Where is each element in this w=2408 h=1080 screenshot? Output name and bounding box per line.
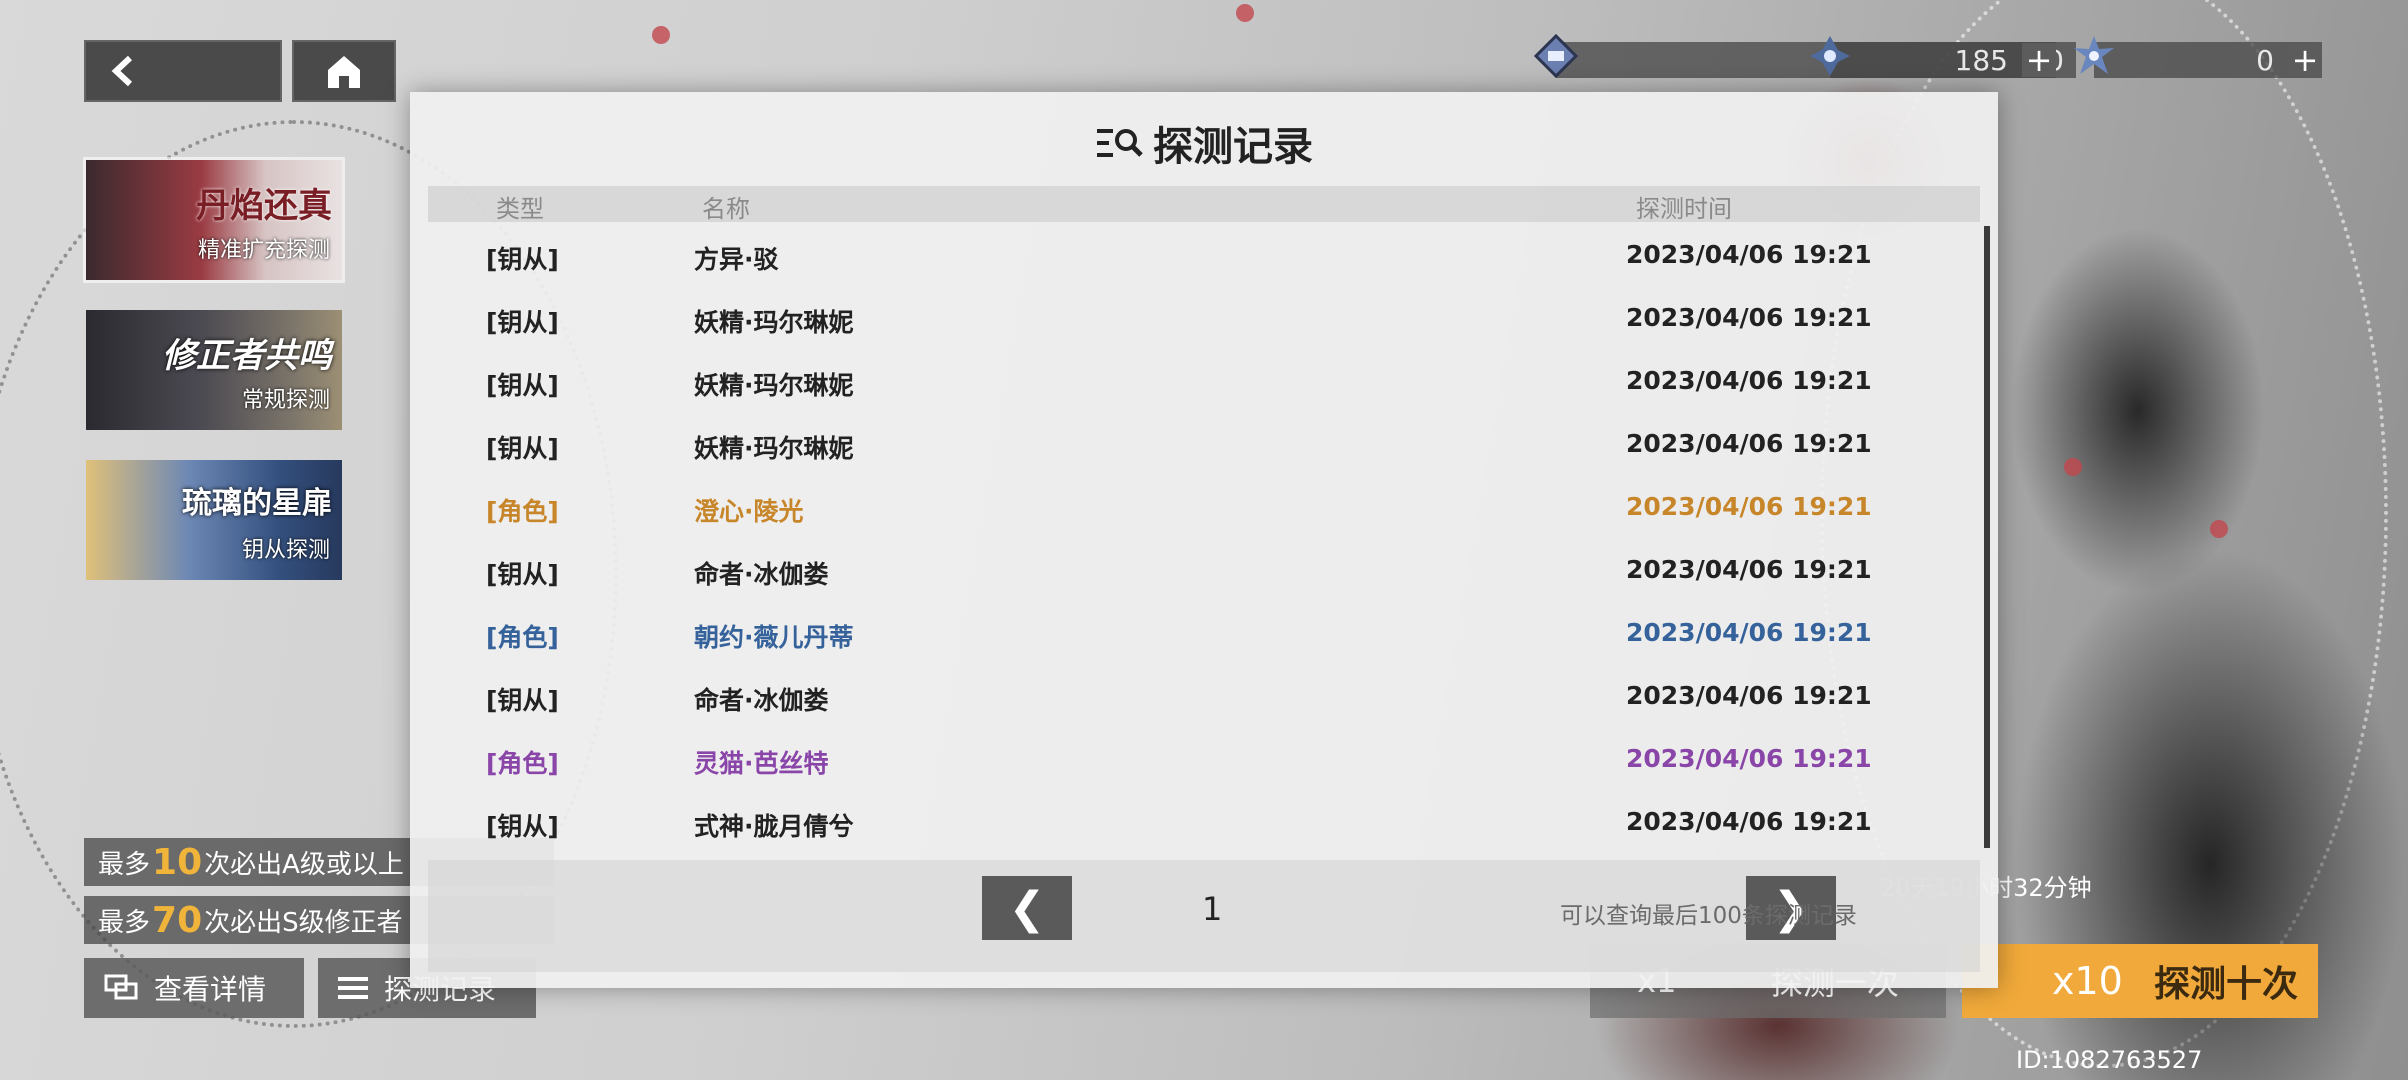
draw-ten-count: x10	[2052, 959, 2123, 1003]
record-time: 2023/04/06 19:21	[1626, 366, 1872, 395]
petal-decoration	[2210, 520, 2228, 538]
record-name: 朝约·薇儿丹蒂	[694, 623, 854, 652]
banner-subtitle: 钥从探测	[241, 538, 330, 563]
banner-standard-resonance[interactable]: 修正者共鸣 常规探测	[86, 310, 342, 430]
record-name: 命者·冰伽娄	[694, 686, 829, 715]
banner-title: 丹焰还真	[196, 186, 332, 226]
table-row: [角色] 澄心·陵光 2023/04/06 19:21	[410, 474, 1998, 537]
record-type: [钥从]	[486, 245, 559, 274]
record-time: 2023/04/06 19:21	[1626, 555, 1872, 584]
header-type: 类型	[496, 195, 544, 223]
back-arrow-icon	[111, 55, 133, 87]
record-time: 2023/04/06 19:21	[1626, 492, 1872, 521]
home-icon	[328, 56, 360, 88]
view-details-label: 查看详情	[154, 973, 267, 1006]
record-name: 命者·冰伽娄	[694, 560, 829, 589]
home-button[interactable]	[292, 40, 396, 102]
record-type: [角色]	[486, 749, 559, 778]
currency-star-crystal: 0 +	[2074, 36, 2322, 79]
currency-star-crystal-value: 0	[2256, 43, 2274, 77]
record-name: 式神·胧月倩兮	[694, 812, 854, 841]
table-row: [钥从] 妖精·玛尔琳妮 2023/04/06 19:21	[410, 285, 1998, 348]
table-row: [钥从] 命者·冰伽娄 2023/04/06 19:21	[410, 537, 1998, 600]
star-crystal-icon	[2074, 36, 2114, 74]
record-name: 澄心·陵光	[694, 497, 804, 526]
banner-title: 修正者共鸣	[162, 336, 332, 376]
record-time: 2023/04/06 19:21	[1626, 240, 1872, 269]
table-row: [钥从] 妖精·玛尔琳妮 2023/04/06 19:21	[410, 411, 1998, 474]
pagination-bar: ❮ 1 ❯ 可以查询最后100条探测记录	[428, 860, 1980, 972]
record-time: 2023/04/06 19:21	[1626, 618, 1872, 647]
prev-page-button[interactable]: ❮	[982, 876, 1072, 940]
pity-info-s-number: 70	[152, 899, 203, 941]
header-name: 名称	[702, 195, 750, 223]
dialog-title: 探测记录	[410, 114, 1998, 172]
record-limit-note: 可以查询最后100条探测记录	[1560, 903, 1857, 929]
petal-decoration	[2064, 458, 2082, 476]
banner-subtitle: 常规探测	[241, 388, 330, 413]
record-time: 2023/04/06 19:21	[1626, 681, 1872, 710]
record-type: [钥从]	[486, 434, 559, 463]
banner-key-follower[interactable]: 琉璃的星扉 钥从探测	[86, 460, 342, 580]
record-name: 妖精·玛尔琳妮	[694, 371, 854, 400]
table-row: [钥从] 命者·冰伽娄 2023/04/06 19:21	[410, 663, 1998, 726]
record-name: 方异·驳	[694, 245, 779, 274]
page-number: 1	[1202, 890, 1223, 928]
banner-title: 琉璃的星扉	[182, 486, 332, 521]
record-time: 2023/04/06 19:21	[1626, 807, 1872, 836]
petal-decoration	[652, 26, 670, 44]
record-search-icon	[1097, 129, 1143, 157]
record-time: 2023/04/06 19:21	[1626, 303, 1872, 332]
table-row: [钥从] 妖精·玛尔琳妮 2023/04/06 19:21	[410, 348, 1998, 411]
ticket-gem-icon	[1534, 34, 1578, 78]
pity-info-a-prefix: 最多	[98, 849, 151, 880]
pity-info-a-number: 10	[152, 841, 203, 883]
record-time: 2023/04/06 19:21	[1626, 744, 1872, 773]
record-name: 灵猫·芭丝特	[694, 749, 829, 778]
record-list: [钥从] 方异·驳 2023/04/06 19:21 [钥从] 妖精·玛尔琳妮 2023/…	[410, 222, 1998, 852]
currency-crystal-value: 185	[1954, 43, 2008, 77]
table-row: [角色] 灵猫·芭丝特 2023/04/06 19:21	[410, 726, 1998, 789]
record-type: [角色]	[486, 497, 559, 526]
record-type: [角色]	[486, 623, 559, 652]
details-icon	[104, 974, 138, 1000]
banner-limited-event[interactable]: 丹焰还真 精准扩充探测	[86, 160, 342, 280]
currency-crystal: 185 +	[1810, 36, 2056, 79]
table-row: [钥从] 式神·胧月倩兮 2023/04/06 19:21	[410, 789, 1998, 852]
record-time: 2023/04/06 19:21	[1626, 429, 1872, 458]
detection-record-dialog: 探测记录 类型 名称 探测时间 [钥从] 方异·驳 2023/04/06 19:21…	[410, 92, 1998, 988]
record-name: 妖精·玛尔琳妮	[694, 434, 854, 463]
dialog-title-text: 探测记录	[1153, 124, 1313, 170]
banner-subtitle: 精准扩充探测	[197, 238, 330, 263]
add-star-crystal-button[interactable]: +	[2288, 41, 2322, 79]
draw-ten-button[interactable]: x10 探测十次	[1962, 944, 2318, 1018]
pity-info-a-suffix: 次必出A级或以上	[204, 849, 404, 880]
list-icon	[338, 977, 368, 999]
back-button[interactable]	[84, 40, 282, 102]
view-details-button[interactable]: 查看详情	[84, 958, 304, 1018]
record-type: [钥从]	[486, 812, 559, 841]
record-type: [钥从]	[486, 686, 559, 715]
header-time: 探测时间	[1636, 195, 1732, 223]
pity-info-s-prefix: 最多	[98, 907, 151, 938]
table-row: [钥从] 方异·驳 2023/04/06 19:21	[410, 222, 1998, 285]
table-header: 类型 名称 探测时间	[428, 186, 1980, 223]
crystal-icon	[1810, 36, 1850, 76]
petal-decoration	[1236, 4, 1254, 22]
record-type: [钥从]	[486, 560, 559, 589]
record-name: 妖精·玛尔琳妮	[694, 308, 854, 337]
draw-ten-label: 探测十次	[2153, 964, 2298, 1005]
pity-info-s-suffix: 次必出S级修正者	[204, 907, 403, 938]
record-type: [钥从]	[486, 371, 559, 400]
user-id: ID:1082763527	[2016, 1046, 2203, 1074]
scrollbar[interactable]	[1984, 226, 1990, 848]
record-type: [钥从]	[486, 308, 559, 337]
add-crystal-button[interactable]: +	[2022, 41, 2056, 79]
table-row: [角色] 朝约·薇儿丹蒂 2023/04/06 19:21	[410, 600, 1998, 663]
